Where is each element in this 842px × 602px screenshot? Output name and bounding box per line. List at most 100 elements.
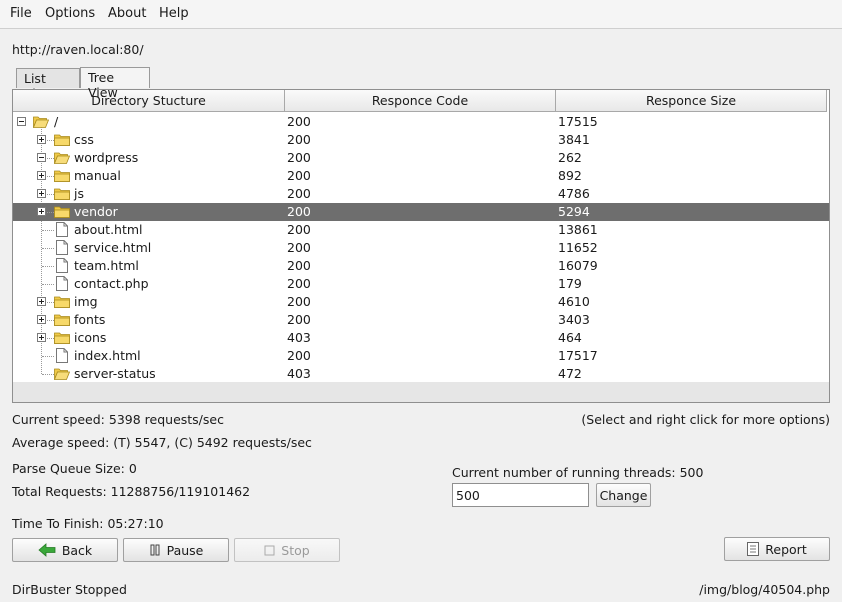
table-row[interactable]: / 200 17515	[13, 113, 829, 131]
cell-response-size: 11652	[558, 240, 598, 255]
cell-response-size: 179	[558, 276, 582, 291]
folder-icon	[54, 332, 70, 344]
cell-response-code: 200	[287, 276, 311, 291]
expand-icon[interactable]	[37, 207, 46, 216]
folder-icon	[54, 170, 70, 182]
table-row[interactable]: contact.php 200 179	[13, 275, 829, 293]
menu-file[interactable]: File	[10, 6, 32, 21]
cell-response-code: 200	[287, 240, 311, 255]
table-row[interactable]: css 200 3841	[13, 131, 829, 149]
file-icon	[56, 276, 68, 291]
table-row[interactable]: icons 403 464	[13, 329, 829, 347]
table-header: Directory Stucture Responce Code Responc…	[13, 90, 829, 112]
stop-icon	[264, 545, 275, 555]
threads-label: Current number of running threads: 500	[452, 465, 704, 480]
cell-response-size: 472	[558, 366, 582, 381]
pause-icon	[150, 544, 160, 556]
cell-response-size: 17515	[558, 114, 598, 129]
cell-response-size: 13861	[558, 222, 598, 237]
back-arrow-icon	[38, 543, 56, 557]
expand-icon[interactable]	[37, 315, 46, 324]
cell-directory: css	[74, 132, 94, 147]
report-button-label: Report	[765, 541, 807, 557]
expand-icon[interactable]	[37, 189, 46, 198]
cell-response-size: 3841	[558, 132, 590, 147]
column-header-size[interactable]: Responce Size	[556, 90, 827, 112]
total-requests: Total Requests: 11288756/119101462	[12, 484, 251, 499]
cell-directory: about.html	[74, 222, 143, 237]
expand-icon[interactable]	[37, 333, 46, 342]
cell-response-size: 464	[558, 330, 582, 345]
cell-response-size: 4610	[558, 294, 590, 309]
column-header-code[interactable]: Responce Code	[285, 90, 556, 112]
cell-response-code: 200	[287, 114, 311, 129]
cell-response-code: 200	[287, 186, 311, 201]
expand-icon[interactable]	[37, 171, 46, 180]
table-row[interactable]: js 200 4786	[13, 185, 829, 203]
tab-tree-view[interactable]: Tree View	[80, 67, 150, 100]
table-row[interactable]: img 200 4610	[13, 293, 829, 311]
table-row[interactable]: vendor 200 5294	[13, 203, 829, 221]
menu-options[interactable]: Options	[45, 6, 95, 21]
expand-icon[interactable]	[37, 297, 46, 306]
stop-button[interactable]: Stop	[234, 538, 340, 562]
menu-about[interactable]: About	[108, 6, 146, 21]
folder-icon	[54, 206, 70, 218]
cell-response-code: 403	[287, 366, 311, 381]
table-row[interactable]: fonts 200 3403	[13, 311, 829, 329]
back-button-label: Back	[61, 542, 93, 558]
file-icon	[56, 222, 68, 237]
tree-guide-branch	[42, 374, 54, 375]
table-row[interactable]: service.html 200 11652	[13, 239, 829, 257]
results-tree-table[interactable]: Directory Stucture Responce Code Responc…	[12, 89, 830, 403]
threads-input[interactable]	[452, 483, 589, 507]
column-header-directory[interactable]: Directory Stucture	[13, 90, 285, 112]
parse-queue-size: Parse Queue Size: 0	[12, 461, 137, 476]
table-row[interactable]: index.html 200 17517	[13, 347, 829, 365]
average-speed: Average speed: (T) 5547, (C) 5492 reques…	[12, 435, 312, 450]
cell-directory: vendor	[74, 204, 118, 219]
cell-response-code: 200	[287, 204, 311, 219]
table-row[interactable]: wordpress 200 262	[13, 149, 829, 167]
pause-button-label: Pause	[166, 542, 204, 558]
cell-directory: fonts	[74, 312, 106, 327]
cell-response-code: 403	[287, 330, 311, 345]
current-speed: Current speed: 5398 requests/sec	[12, 412, 224, 427]
folder-icon	[54, 314, 70, 326]
tree-guide-branch	[42, 284, 54, 285]
pause-button[interactable]: Pause	[123, 538, 229, 562]
collapse-icon[interactable]	[37, 153, 46, 162]
cell-directory: icons	[74, 330, 107, 345]
report-document-icon	[747, 542, 760, 556]
folder-icon	[54, 134, 70, 146]
back-button[interactable]: Back	[12, 538, 118, 562]
time-to-finish: Time To Finish: 05:27:10	[12, 516, 164, 531]
cell-directory: server-status	[74, 366, 156, 381]
menu-help[interactable]: Help	[159, 6, 189, 21]
cell-directory: wordpress	[74, 150, 139, 165]
cell-directory: service.html	[74, 240, 152, 255]
file-icon	[56, 258, 68, 273]
table-row[interactable]: manual 200 892	[13, 167, 829, 185]
expand-icon[interactable]	[37, 135, 46, 144]
folder-icon	[54, 188, 70, 200]
target-url: http://raven.local:80/	[12, 42, 144, 57]
table-row[interactable]: server-status 403 472	[13, 365, 829, 383]
report-button[interactable]: Report	[724, 537, 830, 561]
table-empty-area	[13, 382, 829, 402]
change-button[interactable]: Change	[596, 483, 651, 507]
context-hint: (Select and right click for more options…	[581, 412, 830, 427]
table-row[interactable]: about.html 200 13861	[13, 221, 829, 239]
folder-icon	[54, 296, 70, 308]
tab-list-view[interactable]: List View	[16, 68, 80, 101]
table-row[interactable]: team.html 200 16079	[13, 257, 829, 275]
file-icon	[56, 348, 68, 363]
collapse-icon[interactable]	[17, 117, 26, 126]
cell-response-size: 5294	[558, 204, 590, 219]
cell-directory: js	[74, 186, 84, 201]
tree-guide-branch	[42, 248, 54, 249]
cell-response-code: 200	[287, 294, 311, 309]
tree-guide-branch	[42, 356, 54, 357]
cell-response-size: 4786	[558, 186, 590, 201]
current-request-path: /img/blog/40504.php	[699, 582, 830, 597]
